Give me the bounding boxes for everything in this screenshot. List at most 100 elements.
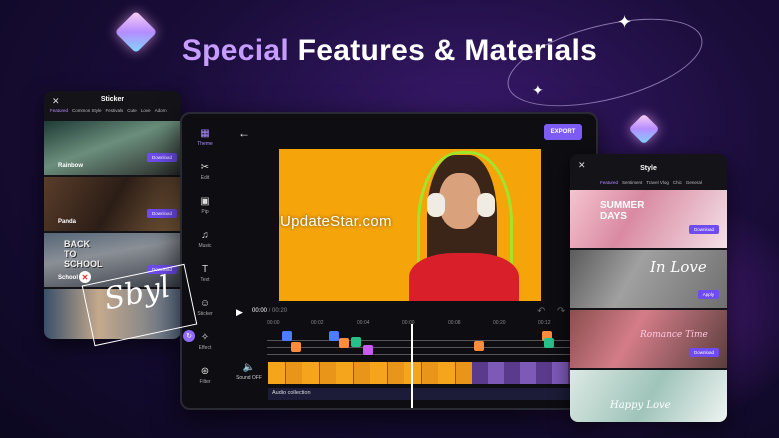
redo-icon[interactable]: ↷ (557, 306, 565, 317)
sticker-tabs: Featured Common Style Festivals Cute Lov… (50, 108, 167, 113)
sticker-rotate-icon[interactable]: ↻ (183, 330, 195, 342)
headphone-right (477, 193, 495, 217)
video-track[interactable] (268, 362, 590, 384)
export-button[interactable]: EXPORT (544, 124, 582, 140)
gem-cube-icon (628, 113, 660, 145)
tab-chic[interactable]: Chic (673, 180, 682, 185)
tab-featured[interactable]: Featured (600, 180, 618, 185)
sidebar-item-label: Theme (197, 141, 213, 147)
sidebar-item-edit[interactable]: ✂ Edit (182, 162, 228, 181)
back-to-school-art: BACK TO SCHOOL (64, 239, 103, 269)
sidebar-item-label: Music (198, 243, 212, 249)
ruler-tick: 00:20 (493, 320, 506, 326)
keyframe-marker[interactable] (474, 341, 484, 351)
sidebar-item-music[interactable]: ♫ Music (182, 230, 228, 249)
tab-festivals[interactable]: Festivals (106, 108, 124, 113)
tab-cute[interactable]: Cute (127, 108, 137, 113)
play-icon[interactable]: ▶ (236, 307, 243, 318)
tab-common-style[interactable]: Common Style (72, 108, 102, 113)
filter-icon: ⊛ (200, 366, 210, 377)
headphone-left (427, 193, 445, 217)
time-total: / 00:20 (267, 308, 288, 314)
sidebar-item-theme[interactable]: ▦ Theme (182, 128, 228, 147)
keyframe-marker[interactable] (329, 331, 339, 341)
sidebar-item-text[interactable]: T Text (182, 264, 228, 283)
ruler-tick: 00:02 (311, 320, 324, 326)
music-icon: ♫ (201, 230, 209, 241)
style-art-text: In Love (650, 258, 707, 276)
style-panel-header: ✕ Style Featured Sentiment Travel Vlog C… (570, 154, 727, 188)
sidebar-item-pip[interactable]: ▣ Pip (182, 196, 228, 215)
sidebar-item-label: Filter (199, 379, 211, 385)
editor-sidebar: ▦ Theme ✂ Edit ▣ Pip ♫ Music T Text ☺ St… (182, 114, 228, 408)
text-icon: T (201, 264, 209, 275)
style-tabs: Featured Sentiment Travel Vlog Chic Gene… (600, 180, 702, 185)
sticker-tile-panda[interactable]: Download Panda (44, 177, 181, 231)
watermark-text: UpdateStar.com (280, 213, 392, 230)
ruler-tick: 00:08 (448, 320, 461, 326)
sidebar-item-label: Text (200, 277, 210, 283)
timeline-ruler: 00:00 00:02 00:04 00:00 00:08 00:20 00:1… (267, 320, 582, 330)
headline-accent: Special (181, 34, 290, 67)
style-tile-romance[interactable]: Romance Time Download (570, 310, 727, 368)
headline-rest: Features & Materials (289, 34, 598, 67)
sticker-tile-label: Rainbow (58, 163, 83, 169)
track-line (267, 340, 587, 341)
audio-track-label: Audio collection (272, 390, 311, 396)
download-button[interactable]: Download (688, 348, 719, 357)
back-arrow-icon[interactable]: ← (238, 126, 250, 140)
style-art-text: Happy Love (610, 400, 671, 411)
style-panel: ✕ Style Featured Sentiment Travel Vlog C… (570, 154, 727, 422)
keyframe-marker[interactable] (363, 345, 373, 355)
video-clip[interactable] (268, 362, 472, 384)
pip-icon: ▣ (200, 196, 210, 207)
sticker-panel-header: ✕ Sticker Featured Common Style Festival… (44, 91, 181, 119)
audio-track[interactable]: Audio collection (268, 388, 590, 400)
subject-face (439, 173, 481, 229)
keyframe-marker[interactable] (544, 338, 554, 348)
tab-general[interactable]: General (686, 180, 702, 185)
scissors-icon: ✂ (200, 162, 210, 173)
download-button[interactable]: Download (688, 225, 719, 234)
undo-icon[interactable]: ↶ (537, 306, 545, 317)
page-headline: Special Features & Materials (0, 34, 779, 68)
ruler-tick: 00:04 (357, 320, 370, 326)
apply-button[interactable]: Apply (697, 290, 719, 299)
ruler-tick: 00:00 (267, 320, 280, 326)
tab-travel-vlog[interactable]: Travel Vlog (646, 180, 669, 185)
sparkle-icon: ✦ (532, 82, 544, 98)
style-panel-title: Style (640, 165, 657, 172)
sparkle-icon: ✦ (617, 12, 633, 32)
playhead[interactable] (411, 324, 413, 408)
theme-icon: ▦ (200, 128, 210, 139)
video-editor-tablet: ▦ Theme ✂ Edit ▣ Pip ♫ Music T Text ☺ St… (79, 112, 598, 410)
sound-toggle-label: Sound OFF (236, 375, 262, 381)
sound-toggle[interactable]: 🔈 Sound OFF (234, 362, 264, 381)
effect-tracks (267, 331, 587, 358)
sidebar-item-label: Pip (201, 209, 209, 215)
tab-featured[interactable]: Featured (50, 108, 68, 113)
style-tile-summer-days[interactable]: SUMMER DAYS Download (570, 190, 727, 248)
sidebar-item-label: Effect (198, 345, 212, 351)
track-line (267, 347, 587, 348)
time-display: 00:00 / 00:20 (252, 308, 287, 314)
tab-sentiment[interactable]: Sentiment (622, 180, 642, 185)
tab-adorn[interactable]: Adorn (155, 108, 167, 113)
time-current: 00:00 (252, 308, 268, 314)
sidebar-item-filter[interactable]: ⊛ Filter (182, 366, 228, 385)
style-tile-in-love[interactable]: In Love Apply (570, 250, 727, 308)
keyframe-marker[interactable] (291, 342, 301, 352)
sticker-tile-rainbow[interactable]: Download Rainbow (44, 121, 181, 175)
keyframe-marker[interactable] (339, 338, 349, 348)
download-button[interactable]: Download (146, 153, 177, 162)
keyframe-marker[interactable] (351, 337, 361, 347)
sticker-delete-icon[interactable]: ✕ (79, 271, 91, 283)
ruler-tick: 00:12 (538, 320, 551, 326)
style-tile-happy-love[interactable]: Happy Love (570, 370, 727, 422)
style-art-text: SUMMER DAYS (600, 200, 645, 222)
sticker-panel-title: Sticker (100, 96, 125, 103)
playback-controls: ▶ 00:00 / 00:20 ↶ ↷ (234, 306, 594, 319)
keyframe-marker[interactable] (282, 331, 292, 341)
tab-love[interactable]: Love (141, 108, 151, 113)
download-button[interactable]: Download (146, 209, 177, 218)
